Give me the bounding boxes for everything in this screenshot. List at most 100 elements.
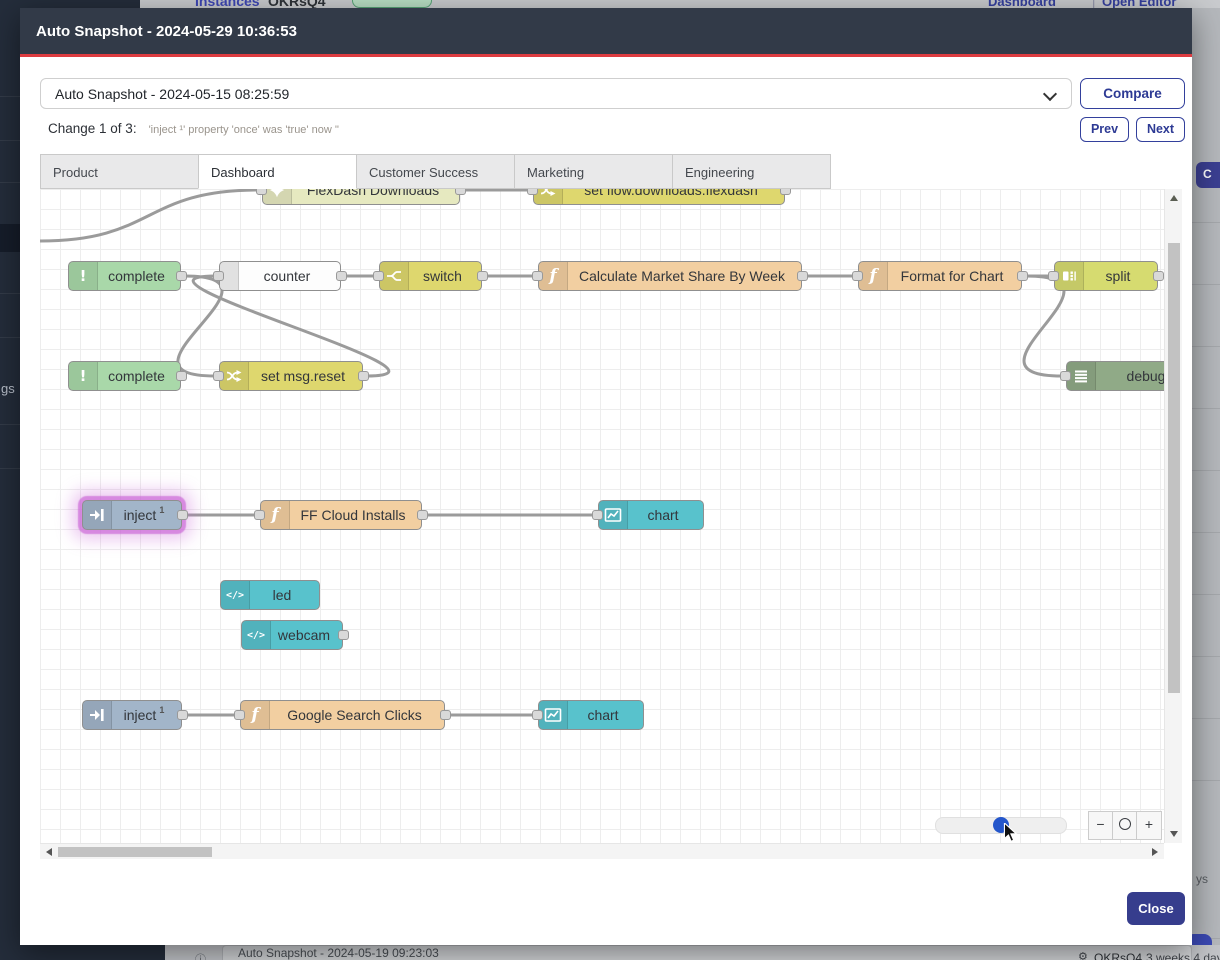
chart-icon bbox=[539, 701, 568, 729]
output-port bbox=[1017, 271, 1028, 281]
scroll-left-arrow[interactable] bbox=[46, 848, 52, 856]
node-label: debug bbox=[1095, 362, 1164, 390]
node-label: Google Search Clicks bbox=[269, 701, 440, 729]
node-complete2[interactable]: !complete bbox=[68, 361, 181, 391]
snapshot-select[interactable]: Auto Snapshot - 2024-05-15 08:25:59 bbox=[40, 78, 1072, 109]
chevron-down-icon bbox=[1043, 87, 1057, 101]
tab-product[interactable]: Product bbox=[40, 154, 199, 189]
wire bbox=[40, 190, 258, 241]
close-button[interactable]: Close bbox=[1127, 892, 1185, 925]
node-label: chart bbox=[567, 701, 639, 729]
input-port bbox=[852, 271, 863, 281]
node-setflow[interactable]: set flow.downloads.flexdash bbox=[533, 189, 785, 205]
node-label: FlexDash Downloads bbox=[291, 189, 455, 204]
zoom-in-button[interactable]: + bbox=[1137, 812, 1161, 839]
horizontal-scrollbar[interactable] bbox=[40, 843, 1164, 859]
vertical-scrollbar[interactable] bbox=[1164, 189, 1182, 843]
output-port bbox=[336, 271, 347, 281]
node-chart1[interactable]: chart bbox=[598, 500, 704, 530]
output-port bbox=[780, 189, 791, 195]
change-icon bbox=[220, 362, 249, 390]
diff-marker: 1 bbox=[159, 505, 164, 515]
tab-customer-success[interactable]: Customer Success bbox=[356, 154, 515, 189]
node-label: switch bbox=[408, 262, 477, 290]
split-icon bbox=[1055, 262, 1084, 290]
zoom-reset-button[interactable] bbox=[1113, 812, 1137, 839]
output-port bbox=[440, 710, 451, 720]
flow-canvas[interactable]: FlexDash Downloads set flow.downloads.fle… bbox=[40, 189, 1164, 843]
output-port bbox=[338, 630, 349, 640]
flexdash-icon bbox=[263, 189, 292, 204]
dashboard-link[interactable]: Dashboard bbox=[988, 0, 1056, 8]
input-port bbox=[256, 189, 267, 195]
node-label: led bbox=[249, 581, 315, 609]
scroll-right-arrow[interactable] bbox=[1152, 848, 1158, 856]
output-port bbox=[455, 189, 466, 195]
change-icon bbox=[534, 189, 563, 204]
node-split[interactable]: split bbox=[1054, 261, 1158, 291]
node-led[interactable]: </>led bbox=[220, 580, 320, 610]
link-separator: | bbox=[1092, 0, 1095, 8]
snapshot-select-value: Auto Snapshot - 2024-05-15 08:25:59 bbox=[55, 86, 289, 102]
tab-dashboard[interactable]: Dashboard bbox=[198, 154, 357, 189]
node-inject1[interactable]: inject1 bbox=[82, 500, 182, 530]
node-setreset[interactable]: set msg.reset bbox=[219, 361, 363, 391]
output-port bbox=[417, 510, 428, 520]
node-google[interactable]: fGoogle Search Clicks bbox=[240, 700, 445, 730]
sidebar-item-label: gs bbox=[1, 381, 15, 396]
node-label: complete bbox=[97, 262, 176, 290]
input-port bbox=[592, 510, 603, 520]
output-port bbox=[477, 271, 488, 281]
input-port bbox=[532, 710, 543, 720]
input-port bbox=[373, 271, 384, 281]
app-list-edge: C ys bbox=[1192, 8, 1220, 960]
input-port bbox=[1048, 271, 1059, 281]
function-icon: f bbox=[539, 262, 568, 290]
gear-icon: ⚙ bbox=[1078, 950, 1088, 960]
node-label: Format for Chart bbox=[887, 262, 1017, 290]
node-inject2[interactable]: inject1 bbox=[82, 700, 182, 730]
tab-engineering[interactable]: Engineering bbox=[672, 154, 831, 189]
exclaim-icon: ! bbox=[69, 362, 98, 390]
function-icon: f bbox=[241, 701, 270, 729]
node-chart2[interactable]: chart bbox=[538, 700, 644, 730]
zoom-out-button[interactable]: − bbox=[1089, 812, 1113, 839]
debug-icon bbox=[1067, 362, 1096, 390]
node-switch[interactable]: switch bbox=[379, 261, 482, 291]
next-button[interactable]: Next bbox=[1136, 117, 1185, 142]
change-status: Change 1 of 3:'inject ¹' property 'once'… bbox=[48, 121, 339, 136]
node-format[interactable]: fFormat for Chart bbox=[858, 261, 1022, 291]
scroll-down-arrow[interactable] bbox=[1170, 831, 1178, 837]
input-port bbox=[254, 510, 265, 520]
inject-icon bbox=[83, 501, 112, 529]
zoom-slider[interactable] bbox=[935, 817, 1067, 834]
input-port bbox=[532, 271, 543, 281]
compare-button[interactable]: Compare bbox=[1080, 78, 1185, 109]
vertical-scroll-thumb[interactable] bbox=[1168, 243, 1180, 693]
zoom-button-group: − + bbox=[1088, 811, 1162, 840]
breadcrumb-instances[interactable]: Instances bbox=[195, 0, 260, 8]
scroll-up-arrow[interactable] bbox=[1170, 195, 1178, 201]
app-header: Instances OKRsQ4 Dashboard | Open Editor bbox=[140, 0, 1220, 8]
node-complete1[interactable]: !complete bbox=[68, 261, 181, 291]
node-webcam[interactable]: </>webcam bbox=[241, 620, 343, 650]
input-port bbox=[213, 271, 224, 281]
snapshot-list-item: Auto Snapshot - 2024-05-19 09:23:03 bbox=[238, 946, 439, 960]
dialog-header: Auto Snapshot - 2024-05-29 10:36:53 bbox=[20, 8, 1192, 57]
node-label: webcam bbox=[270, 621, 338, 649]
horizontal-scroll-thumb[interactable] bbox=[58, 847, 212, 857]
flow-tab-bar: ProductDashboardCustomer SuccessMarketin… bbox=[40, 154, 830, 189]
node-calc[interactable]: fCalculate Market Share By Week bbox=[538, 261, 802, 291]
snapshot-age: 3 weeks 4 days bbox=[1146, 951, 1220, 960]
prev-button[interactable]: Prev bbox=[1080, 117, 1129, 142]
tab-marketing[interactable]: Marketing bbox=[514, 154, 673, 189]
wire bbox=[1024, 276, 1064, 376]
open-editor-link[interactable]: Open Editor bbox=[1102, 0, 1176, 8]
inject-icon bbox=[83, 701, 112, 729]
node-ffcloud[interactable]: fFF Cloud Installs bbox=[260, 500, 422, 530]
output-port bbox=[1153, 271, 1164, 281]
mouse-cursor bbox=[1002, 823, 1018, 843]
node-flexdash[interactable]: FlexDash Downloads bbox=[262, 189, 460, 205]
node-debug[interactable]: debug bbox=[1066, 361, 1164, 391]
node-counter[interactable]: counter bbox=[219, 261, 341, 291]
